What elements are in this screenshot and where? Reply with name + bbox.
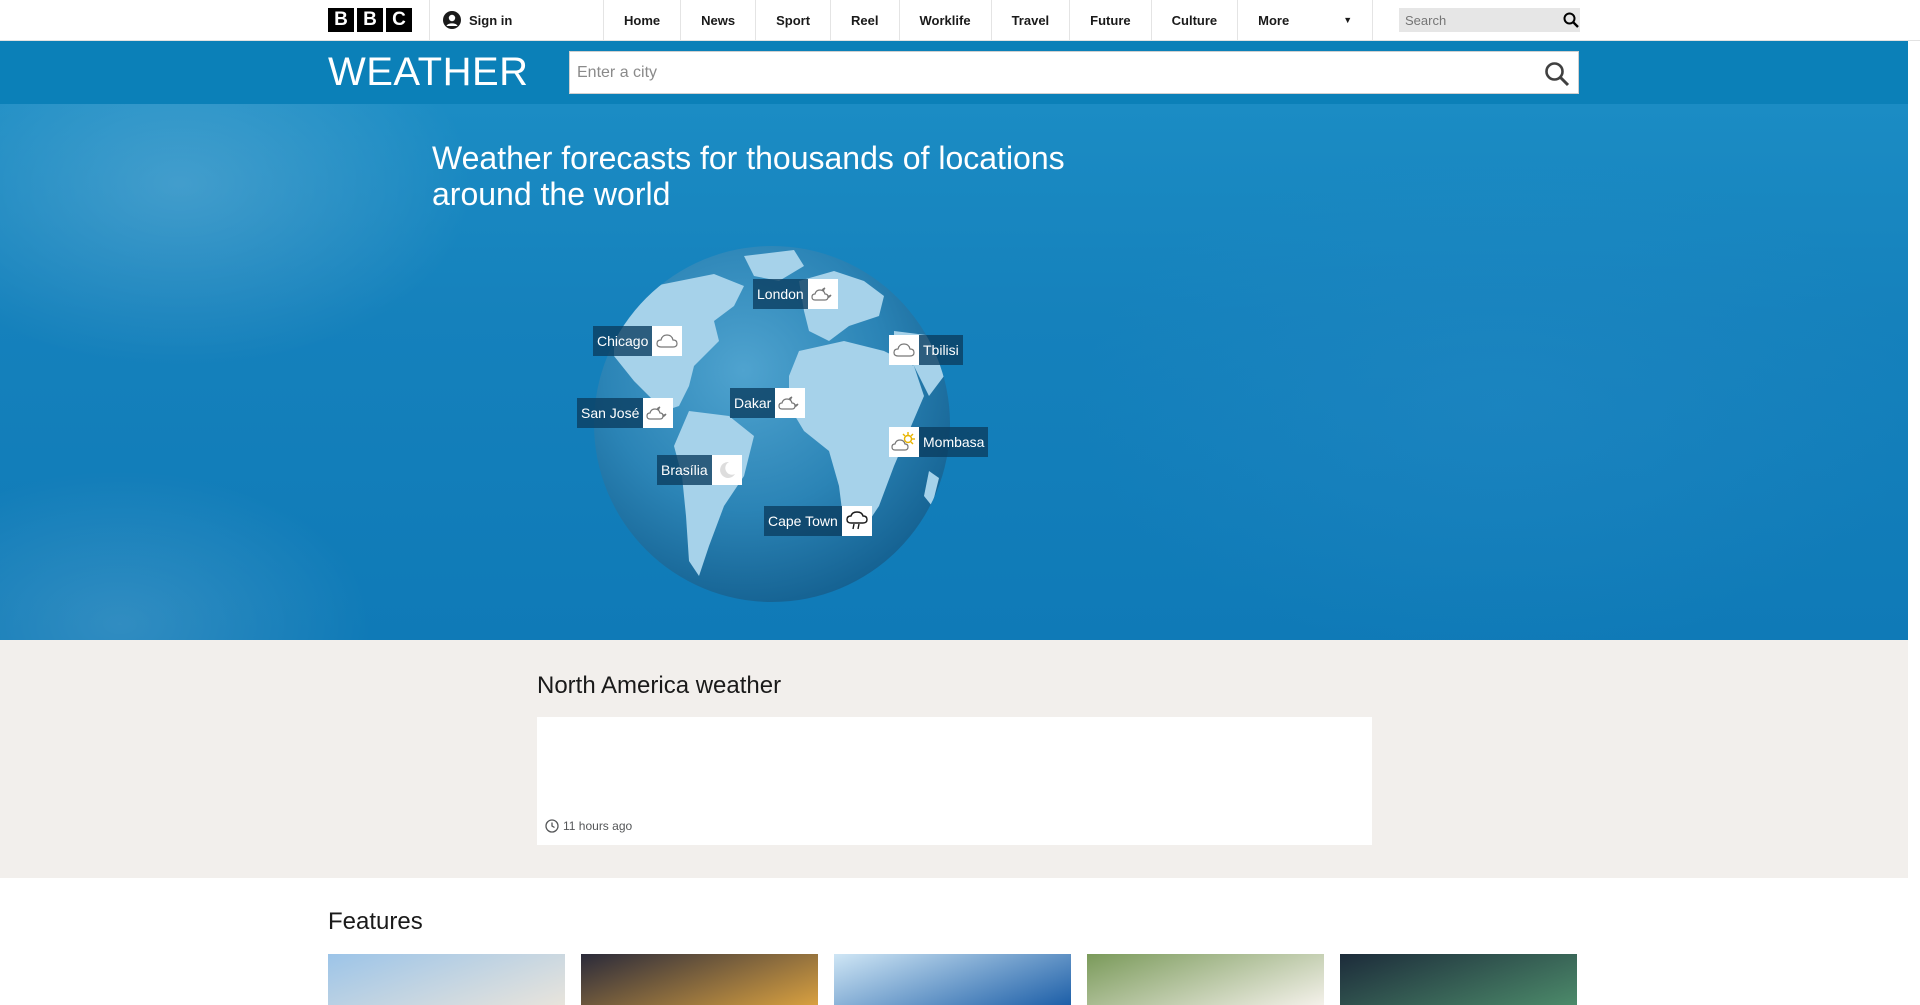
city-name: Dakar <box>730 388 776 418</box>
divider <box>429 0 430 40</box>
moon-icon <box>711 455 742 485</box>
location-search-input[interactable] <box>570 52 1534 93</box>
timestamp: 11 hours ago <box>545 819 632 833</box>
user-icon <box>443 11 461 29</box>
bbc-logo-letter: C <box>386 8 412 32</box>
nav-links: Home News Sport Reel Worklife Travel Future Cul… <box>603 0 1374 40</box>
nav-link-sport[interactable]: Sport <box>755 0 830 40</box>
cloud-icon <box>889 335 919 365</box>
cloud-moon-icon <box>775 388 806 418</box>
sign-in-link[interactable]: Sign in <box>443 10 512 30</box>
nav-link-worklife[interactable]: Worklife <box>898 0 991 40</box>
feature-card-globe-presenter[interactable] <box>581 954 818 1005</box>
city-san-jose[interactable]: San José <box>577 398 674 428</box>
city-cape-town[interactable]: Cape Town <box>764 506 872 536</box>
city-tbilisi[interactable]: Tbilisi <box>889 335 963 365</box>
city-name: Mombasa <box>919 427 989 457</box>
feature-card-studio[interactable] <box>834 954 1071 1005</box>
bbc-logo-letter: B <box>357 8 383 32</box>
bbc-logo-letter: B <box>328 8 354 32</box>
location-search <box>569 51 1579 94</box>
city-name: Chicago <box>593 326 653 356</box>
feature-card-building[interactable] <box>328 954 565 1005</box>
nav-link-travel[interactable]: Travel <box>990 0 1070 40</box>
global-navigation: B B C Sign in Home News Sport Reel Worklife T… <box>0 0 1920 41</box>
nav-link-more[interactable]: More ▼ <box>1237 0 1374 40</box>
city-name: Cape Town <box>764 506 842 536</box>
city-mombasa[interactable]: Mombasa <box>889 427 989 457</box>
cloud-icon <box>652 326 683 356</box>
cloud-moon-icon <box>643 398 674 428</box>
location-search-button[interactable] <box>1544 61 1570 87</box>
search-icon <box>1545 62 1570 87</box>
city-chicago[interactable]: Chicago <box>593 326 683 356</box>
rain-cloud-icon <box>841 506 872 536</box>
cloud-moon-icon <box>807 279 838 309</box>
city-dakar[interactable]: Dakar <box>730 388 806 418</box>
search-icon <box>1563 12 1579 28</box>
features-title: Features <box>328 908 423 935</box>
more-label: More <box>1258 12 1290 28</box>
sign-in-label: Sign in <box>469 12 513 28</box>
region-forecast-card[interactable]: 11 hours ago <box>537 717 1372 845</box>
city-brasilia[interactable]: Brasília <box>657 455 742 485</box>
bbc-logo[interactable]: B B C <box>328 8 412 32</box>
nav-link-culture[interactable]: Culture <box>1150 0 1238 40</box>
city-name: San José <box>577 398 644 428</box>
chevron-down-icon: ▼ <box>1343 15 1353 25</box>
city-name: London <box>753 279 808 309</box>
weather-header: WEATHER <box>0 41 1908 104</box>
nav-link-future[interactable]: Future <box>1069 0 1150 40</box>
sun-cloud-icon <box>889 427 919 457</box>
nav-link-reel[interactable]: Reel <box>830 0 898 40</box>
global-search-input[interactable] <box>1399 8 1561 32</box>
feature-card-blossom[interactable] <box>1087 954 1324 1005</box>
region-section: North America weather 11 hours ago <box>0 640 1908 878</box>
hero-heading: Weather forecasts for thousands of locat… <box>432 140 1065 212</box>
feature-card-aurora[interactable] <box>1340 954 1577 1005</box>
search-button[interactable] <box>1561 8 1580 32</box>
city-name: Tbilisi <box>919 335 963 365</box>
nav-link-news[interactable]: News <box>680 0 755 40</box>
city-name: Brasília <box>657 455 712 485</box>
weather-title[interactable]: WEATHER <box>328 50 529 95</box>
clock-icon <box>545 819 559 833</box>
global-search <box>1399 8 1580 32</box>
region-title[interactable]: North America weather <box>537 672 781 700</box>
timestamp-text: 11 hours ago <box>563 819 633 833</box>
nav-link-home[interactable]: Home <box>603 0 680 40</box>
city-london[interactable]: London <box>753 279 838 309</box>
hero-banner: Weather forecasts for thousands of locat… <box>0 104 1908 640</box>
